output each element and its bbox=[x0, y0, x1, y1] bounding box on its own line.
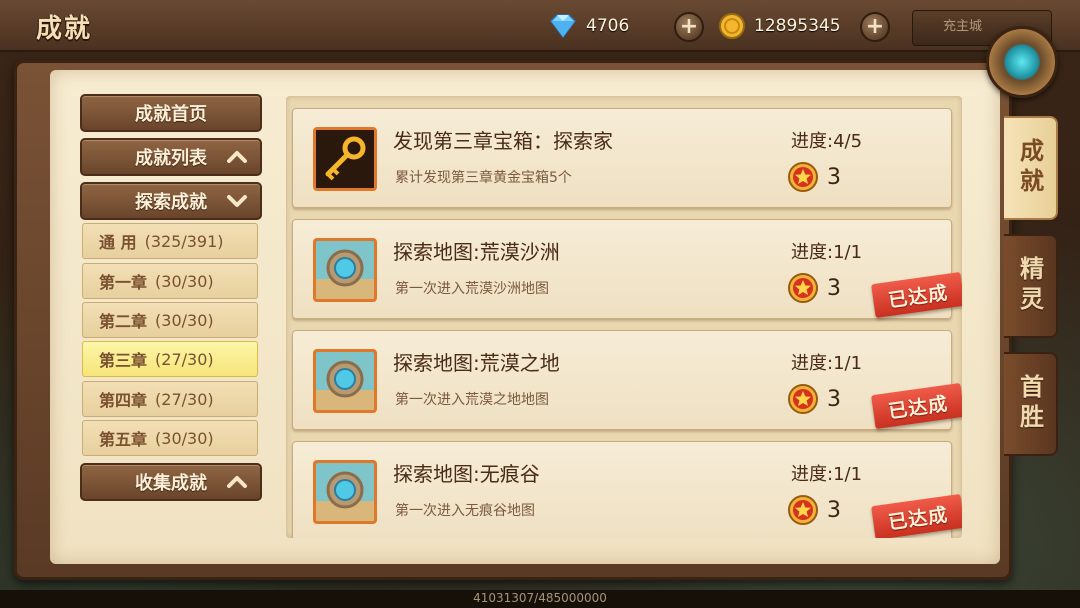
sub-item-label: 第三章 bbox=[99, 351, 148, 370]
golden-key-icon bbox=[313, 127, 377, 191]
menu-achievement-list[interactable]: 成就列表 bbox=[80, 138, 262, 176]
tab-spirits[interactable]: 精灵 bbox=[1004, 234, 1058, 338]
menu-collect-achievements[interactable]: 收集成就 bbox=[80, 463, 262, 501]
top-bar: 成就 4706 + 12895345 + 充主城 bbox=[0, 0, 1080, 52]
chevron-up-icon bbox=[226, 148, 248, 166]
tab-first-win[interactable]: 首胜 bbox=[1004, 352, 1058, 456]
star-medal-icon bbox=[787, 272, 819, 304]
sub-item-count: (27/30) bbox=[155, 349, 214, 369]
add-gems-button[interactable]: + bbox=[674, 12, 704, 42]
page-title: 成就 bbox=[36, 14, 93, 44]
map-portal-icon bbox=[313, 349, 377, 413]
exp-text: 41031307/485000000 bbox=[473, 591, 607, 605]
achievement-reward: 3 bbox=[787, 272, 841, 304]
sub-item-label: 第五章 bbox=[99, 430, 148, 449]
crystal-orb-icon[interactable] bbox=[986, 26, 1058, 98]
reward-value: 3 bbox=[827, 275, 841, 301]
gem-count: 4706 bbox=[586, 16, 630, 36]
achievement-progress: 进度:1/1 bbox=[791, 242, 863, 263]
achievement-card: 探索地图:无痕谷 第一次进入无痕谷地图 进度:1/1 3 已达成 bbox=[292, 441, 962, 538]
sub-item-count: (30/30) bbox=[155, 271, 214, 291]
achievement-desc: 累计发现第三章黄金宝箱5个 bbox=[395, 170, 572, 186]
achievement-progress: 进度:4/5 bbox=[791, 131, 863, 152]
achievement-desc: 第一次进入无痕谷地图 bbox=[395, 503, 535, 519]
diamond-icon bbox=[548, 13, 578, 39]
gold-currency: 12895345 bbox=[718, 12, 841, 40]
achievement-reward: 3 bbox=[787, 494, 841, 526]
chevron-up-icon bbox=[226, 473, 248, 491]
tab-achievements[interactable]: 成就 bbox=[1004, 116, 1058, 220]
achievement-reward: 3 bbox=[787, 161, 841, 193]
star-medal-icon bbox=[787, 161, 819, 193]
map-portal-icon bbox=[313, 460, 377, 524]
sub-item-general[interactable]: 通 用 (325/391) bbox=[82, 223, 258, 259]
achievement-title: 探索地图:无痕谷 bbox=[393, 462, 540, 486]
reward-value: 3 bbox=[827, 164, 841, 190]
reward-value: 3 bbox=[827, 497, 841, 523]
menu-list-label: 成就列表 bbox=[135, 148, 207, 169]
chevron-down-icon bbox=[226, 192, 248, 210]
achievement-card: 发现第三章宝箱：探索家 累计发现第三章黄金宝箱5个 进度:4/5 3 bbox=[292, 108, 952, 208]
star-medal-icon bbox=[787, 383, 819, 415]
gold-coin-icon bbox=[718, 12, 746, 40]
completed-stamp: 已达成 bbox=[871, 271, 962, 319]
achievement-desc: 第一次进入荒漠之地地图 bbox=[395, 392, 549, 408]
menu-collect-label: 收集成就 bbox=[135, 473, 207, 494]
sub-item-chapter-5[interactable]: 第五章 (30/30) bbox=[82, 420, 258, 456]
sub-item-chapter-2[interactable]: 第二章 (30/30) bbox=[82, 302, 258, 338]
menu-explore-achievements[interactable]: 探索成就 bbox=[80, 182, 262, 220]
menu-achievement-home[interactable]: 成就首页 bbox=[80, 94, 262, 132]
completed-stamp: 已达成 bbox=[871, 493, 962, 538]
sub-item-chapter-3[interactable]: 第三章 (27/30) bbox=[82, 341, 258, 377]
achievement-list[interactable]: 发现第三章宝箱：探索家 累计发现第三章黄金宝箱5个 进度:4/5 3 探索地图: bbox=[286, 96, 962, 538]
sub-item-chapter-1[interactable]: 第一章 (30/30) bbox=[82, 263, 258, 299]
menu-explore-label: 探索成就 bbox=[135, 192, 207, 213]
achievement-title: 探索地图:荒漠沙洲 bbox=[393, 240, 560, 264]
achievement-progress: 进度:1/1 bbox=[791, 464, 863, 485]
achievement-desc: 第一次进入荒漠沙洲地图 bbox=[395, 281, 549, 297]
gem-currency: 4706 bbox=[548, 12, 629, 40]
gold-count: 12895345 bbox=[754, 16, 841, 36]
sub-item-label: 通 用 bbox=[99, 233, 137, 252]
achievement-title: 发现第三章宝箱：探索家 bbox=[393, 129, 613, 153]
add-gold-button[interactable]: + bbox=[860, 12, 890, 42]
sub-item-label: 第二章 bbox=[99, 312, 148, 331]
sub-item-count: (325/391) bbox=[144, 231, 224, 251]
sub-item-label: 第一章 bbox=[99, 273, 148, 292]
achievement-title: 探索地图:荒漠之地 bbox=[393, 351, 560, 375]
achievement-card: 探索地图:荒漠沙洲 第一次进入荒漠沙洲地图 进度:1/1 3 已达成 bbox=[292, 219, 962, 319]
completed-stamp: 已达成 bbox=[871, 382, 962, 430]
sub-item-chapter-4[interactable]: 第四章 (27/30) bbox=[82, 381, 258, 417]
sub-item-count: (27/30) bbox=[155, 389, 214, 409]
achievement-reward: 3 bbox=[787, 383, 841, 415]
reward-value: 3 bbox=[827, 386, 841, 412]
map-portal-icon bbox=[313, 238, 377, 302]
achievement-progress: 进度:1/1 bbox=[791, 353, 863, 374]
sub-item-label: 第四章 bbox=[99, 391, 148, 410]
star-medal-icon bbox=[787, 494, 819, 526]
sub-item-count: (30/30) bbox=[155, 310, 214, 330]
sub-item-count: (30/30) bbox=[155, 428, 214, 448]
achievement-card: 探索地图:荒漠之地 第一次进入荒漠之地地图 进度:1/1 3 已达成 bbox=[292, 330, 962, 430]
menu-home-label: 成就首页 bbox=[135, 104, 207, 125]
